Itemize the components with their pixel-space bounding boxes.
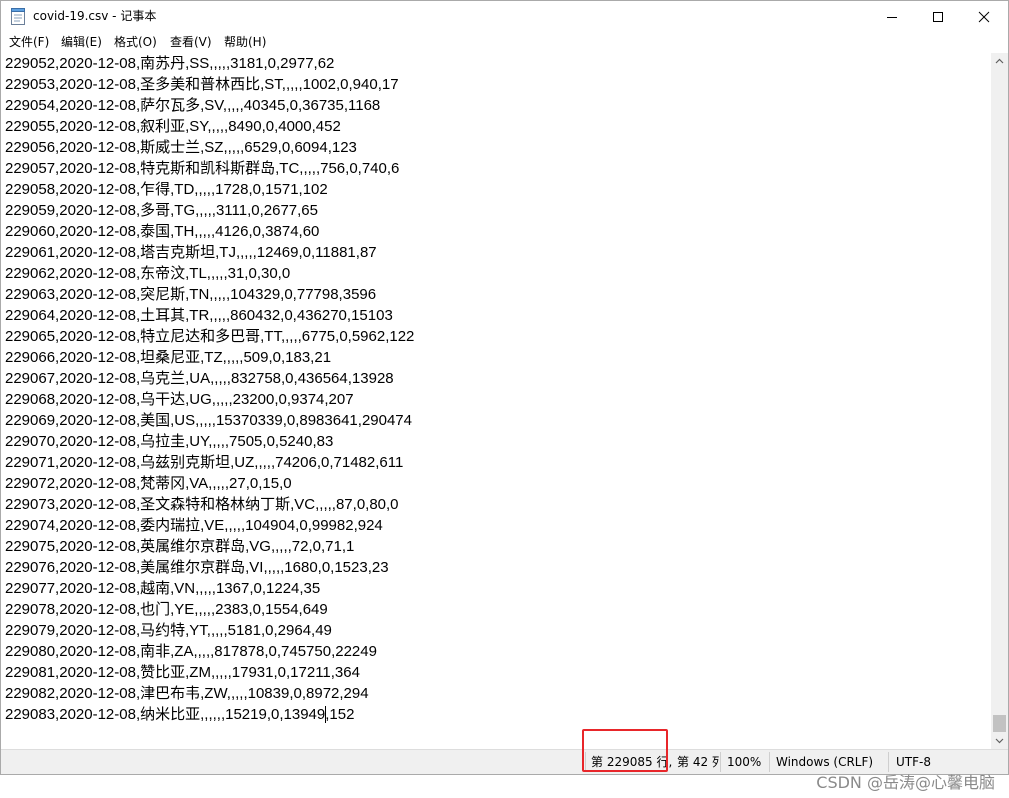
close-button[interactable] (961, 1, 1007, 32)
maximize-button[interactable] (915, 1, 961, 32)
text-line: 229068,2020-12-08,乌干达,UG,,,,,23200,0,937… (5, 391, 354, 408)
text-line: 229082,2020-12-08,津巴布韦,ZW,,,,,10839,0,89… (5, 685, 369, 702)
text-editor[interactable]: 229052,2020-12-08,南苏丹,SS,,,,,3181,0,2977… (1, 53, 991, 749)
text-line: 229065,2020-12-08,特立尼达和多巴哥,TT,,,,,6775,0… (5, 328, 415, 345)
text-line: 229077,2020-12-08,越南,VN,,,,,1367,0,1224,… (5, 580, 321, 597)
status-line-ending: Windows (CRLF) (776, 755, 874, 769)
text-line: 229075,2020-12-08,英属维尔京群岛,VG,,,,,72,0,71… (5, 538, 355, 555)
text-line: 229060,2020-12-08,泰国,TH,,,,,4126,0,3874,… (5, 223, 320, 240)
menu-edit[interactable]: 编辑(E) (61, 34, 102, 50)
text-line: 229074,2020-12-08,委内瑞拉,VE,,,,,104904,0,9… (5, 517, 383, 534)
text-line: 229064,2020-12-08,土耳其,TR,,,,,860432,0,43… (5, 307, 393, 324)
text-line: 229067,2020-12-08,乌克兰,UA,,,,,832758,0,43… (5, 370, 394, 387)
watermark: CSDN @岳涛@心馨电脑 (816, 773, 995, 792)
text-line: 229078,2020-12-08,也门,YE,,,,,2383,0,1554,… (5, 601, 328, 618)
text-line: 229071,2020-12-08,乌兹别克斯坦,UZ,,,,,74206,0,… (5, 454, 404, 471)
text-line: 229080,2020-12-08,南非,ZA,,,,,817878,0,745… (5, 643, 377, 660)
text-line: 229058,2020-12-08,乍得,TD,,,,,1728,0,1571,… (5, 181, 328, 198)
text-line: 229062,2020-12-08,东帝汶,TL,,,,,31,0,30,0 (5, 265, 291, 282)
text-line: 229076,2020-12-08,美属维尔京群岛,VI,,,,,1680,0,… (5, 559, 389, 576)
title-bar[interactable]: covid-19.csv - 记事本 (1, 1, 1008, 32)
menu-format[interactable]: 格式(O) (114, 34, 157, 50)
vertical-scrollbar[interactable] (991, 53, 1008, 749)
text-line: 229057,2020-12-08,特克斯和凯科斯群岛,TC,,,,,756,0… (5, 160, 400, 177)
text-line: 229061,2020-12-08,塔吉克斯坦,TJ,,,,,12469,0,1… (5, 244, 377, 261)
close-icon (978, 11, 990, 23)
scroll-thumb[interactable] (993, 715, 1006, 732)
text-line: 229056,2020-12-08,斯威士兰,SZ,,,,,6529,0,609… (5, 139, 357, 156)
menu-file[interactable]: 文件(F) (9, 34, 49, 50)
notepad-icon (11, 8, 25, 25)
text-line: 229066,2020-12-08,坦桑尼亚,TZ,,,,,509,0,183,… (5, 349, 332, 366)
text-line: 229052,2020-12-08,南苏丹,SS,,,,,3181,0,2977… (5, 55, 335, 72)
text-line: 229054,2020-12-08,萨尔瓦多,SV,,,,,40345,0,36… (5, 97, 381, 114)
scroll-up-button[interactable] (991, 53, 1008, 70)
text-line: 229059,2020-12-08,多哥,TG,,,,,3111,0,2677,… (5, 202, 318, 219)
text-caret (325, 706, 327, 723)
status-line: 第 229085 行, (591, 755, 673, 769)
chevron-up-icon (995, 58, 1004, 64)
minimize-icon (887, 17, 897, 18)
text-line: 229072,2020-12-08,梵蒂冈,VA,,,,,27,0,15,0 (5, 475, 292, 492)
text-line: 229073,2020-12-08,圣文森特和格林纳丁斯,VC,,,,,87,0… (5, 496, 399, 513)
text-line: 229069,2020-12-08,美国,US,,,,,15370339,0,8… (5, 412, 412, 429)
text-line: 229055,2020-12-08,叙利亚,SY,,,,,8490,0,4000… (5, 118, 341, 135)
menu-bar: 文件(F) 编辑(E) 格式(O) 查看(V) 帮助(H) (1, 32, 1008, 52)
menu-help[interactable]: 帮助(H) (224, 34, 266, 50)
status-encoding: UTF-8 (896, 755, 931, 769)
text-line: 229079,2020-12-08,马约特,YT,,,,,5181,0,2964… (5, 622, 332, 639)
status-divider (720, 752, 721, 772)
status-column: 第 42 列 (677, 755, 719, 769)
text-line: 229081,2020-12-08,赞比亚,ZM,,,,,17931,0,172… (5, 664, 360, 681)
menu-view[interactable]: 查看(V) (170, 34, 212, 50)
text-line: 229070,2020-12-08,乌拉圭,UY,,,,,7505,0,5240… (5, 433, 334, 450)
status-zoom: 100% (727, 755, 762, 769)
maximize-icon (933, 12, 943, 22)
window-title: covid-19.csv - 记事本 (33, 9, 157, 23)
text-line: 229053,2020-12-08,圣多美和普林西比,ST,,,,,1002,0… (5, 76, 399, 93)
status-divider (769, 752, 770, 772)
status-divider (585, 752, 586, 772)
notepad-window: covid-19.csv - 记事本 文件(F) 编辑(E) 格式(O) 查看(… (0, 0, 1009, 775)
text-line: 229083,2020-12-08,纳米比亚,,,,,,15219,0,1394… (5, 706, 355, 723)
text-line: 229063,2020-12-08,突尼斯,TN,,,,,104329,0,77… (5, 286, 377, 303)
chevron-down-icon (995, 738, 1004, 744)
scroll-down-button[interactable] (991, 732, 1008, 749)
minimize-button[interactable] (869, 1, 915, 32)
